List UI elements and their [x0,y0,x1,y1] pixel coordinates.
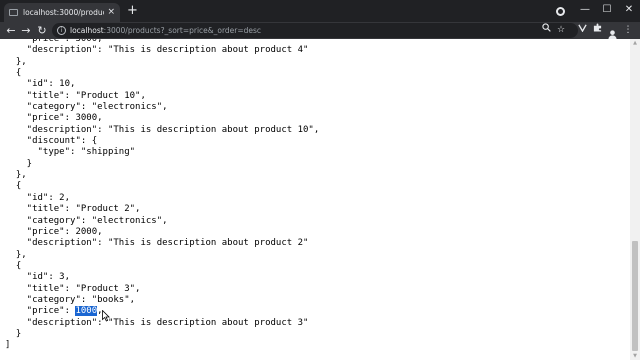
json-line: "discount": { [5,136,98,147]
json-line: "id": 10, [5,79,76,90]
browser-toolbar: ← → ↻ i localhost:3000/products?_sort=pr… [0,22,640,40]
json-line: "price": 3000, [5,113,103,124]
json-line: "id": 3, [5,272,71,283]
json-line: }, [5,170,27,181]
json-line: }, [5,56,27,67]
json-line: "description": "This is description abou… [5,124,320,135]
back-button[interactable]: ← [4,22,18,39]
json-line: "title": "Product 3", [5,283,141,294]
tab-close-icon[interactable]: × [107,8,115,17]
zoom-icon[interactable] [542,23,551,38]
v-extension-icon[interactable] [575,22,589,39]
puzzle-icon[interactable] [590,22,604,39]
json-line: "category": "books", [5,294,136,305]
json-line: "title": "Product 10", [5,90,146,101]
json-line: { [5,260,22,271]
scroll-down-arrow-icon[interactable]: ▼ [631,353,639,359]
json-viewer: "price": 3000, "description": "This is d… [0,39,630,360]
text-selection[interactable]: 1000 [75,306,98,317]
scroll-up-arrow-icon[interactable]: ▲ [631,40,639,46]
json-line: "description": "This is description abou… [5,238,309,249]
record-indicator-icon [556,7,565,16]
mouse-cursor-icon [102,307,110,326]
address-bar[interactable]: i localhost:3000/products?_sort=price&_o… [52,23,578,38]
url-host: localhost [70,26,104,35]
page-favicon-icon [9,9,18,16]
forward-button[interactable]: → [19,22,33,39]
address-url[interactable]: localhost:3000/products?_sort=price&_ord… [70,23,261,38]
json-line: "category": "electronics", [5,215,168,226]
json-line: }, [5,249,27,260]
menu-icon[interactable]: ⋮ [621,22,635,39]
reload-button[interactable]: ↻ [35,22,49,39]
site-info-icon[interactable]: i [57,26,66,35]
json-line: "type": "shipping" [5,147,136,158]
new-tab-button[interactable]: + [127,4,138,18]
json-line: "description": "This is description abou… [5,45,309,56]
json-line: } [5,158,33,169]
close-window-button[interactable]: ✕ [616,2,640,18]
url-path: :3000/products?_sort=price&_order=desc [103,26,262,35]
json-content: "price": 3000, "description": "This is d… [5,39,319,352]
json-line: { [5,181,22,192]
star-icon[interactable]: ☆ [557,23,565,38]
scrollbar-thumb[interactable] [632,241,638,351]
json-line-prefix: "price": [5,306,76,317]
json-line: { [5,68,22,79]
json-line-selected: "price": 1000, [5,306,319,317]
profile-icon[interactable] [607,25,618,40]
json-line: } [5,328,22,339]
json-line: "price": 2000, [5,226,103,237]
json-line: "description": "This is description abou… [5,317,309,328]
json-line: "id": 2, [5,192,71,203]
tab-title: localhost:3000/products?_sort=pri [23,8,104,17]
json-line: ] [5,340,11,351]
browser-tab[interactable]: localhost:3000/products?_sort=pri × [4,3,120,22]
title-bar: localhost:3000/products?_sort=pri × + — … [0,0,640,22]
json-line: "title": "Product 2", [5,204,141,215]
json-line: "category": "electronics", [5,102,168,113]
